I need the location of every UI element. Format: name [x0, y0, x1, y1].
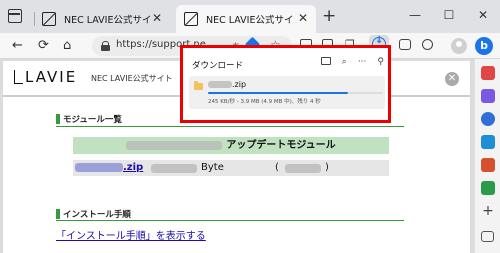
tab-separator	[34, 12, 35, 26]
tab-title: NEC LAVIE公式サイト > サービス	[64, 15, 152, 26]
home-button[interactable]: ⌂	[63, 37, 71, 55]
tab-1[interactable]: NEC LAVIE公式サイト > サービス ✕	[34, 5, 170, 33]
download-status: 245 KB/秒 - 3.9 MB (4.9 MB 中)、残り 4 秒	[208, 99, 321, 105]
refresh-button[interactable]: ⟳	[38, 37, 49, 55]
site-name: NEC LAVIE公式サイト	[91, 74, 173, 83]
tab-favicon-icon	[42, 12, 56, 26]
redacted-text	[126, 140, 223, 150]
module-list-header: モジュール一覧	[56, 113, 122, 125]
profile-avatar[interactable]	[451, 38, 467, 54]
folder-icon[interactable]	[320, 57, 331, 65]
section-divider	[56, 126, 404, 127]
more-icon[interactable]: ···	[358, 57, 367, 67]
sidebar-drop-icon[interactable]	[481, 181, 495, 195]
sidebar-games-icon[interactable]	[481, 89, 495, 103]
download-flyout: ダウンロード ⌕ ··· ⚲ .zip 245 KB/秒 - 3.9 MB (4…	[180, 45, 391, 123]
download-title: ダウンロード	[192, 61, 244, 71]
download-filename[interactable]: .zip	[208, 80, 246, 89]
tab-strip: NEC LAVIE公式サイト > サービス ✕ NEC LAVIE公式サイト >…	[0, 0, 500, 33]
sidebar-outlook-icon[interactable]	[481, 135, 495, 149]
redacted-date	[285, 164, 321, 173]
tab-favicon-icon	[184, 12, 198, 26]
download-tools: ⌕ ··· ⚲	[320, 57, 384, 67]
module-title-text: アップデートモジュール	[226, 140, 336, 151]
size-unit: Byte	[201, 162, 224, 173]
zip-extension: .zip	[123, 162, 144, 173]
new-tab-button[interactable]: +	[322, 8, 336, 25]
back-button[interactable]: ←	[12, 37, 23, 55]
install-steps-link[interactable]: 「インストール手順」を表示する	[56, 227, 206, 242]
lock-icon[interactable]	[101, 41, 110, 51]
redacted-filename	[208, 81, 232, 88]
browser-essentials-icon[interactable]	[399, 39, 411, 50]
page-close-icon[interactable]: ✕	[445, 72, 459, 86]
install-header: インストール手順	[56, 208, 131, 220]
module-file-row: .zip Byte ( )	[73, 160, 389, 176]
sidebar-office-icon[interactable]	[481, 158, 495, 172]
search-icon[interactable]: ⌕	[342, 57, 347, 67]
file-folder-icon	[194, 81, 203, 90]
tab-title: NEC LAVIE公式サイト > サービス	[206, 15, 294, 26]
tab-2-active[interactable]: NEC LAVIE公式サイト > サービス ✕	[176, 5, 316, 33]
lavie-logo-mark	[14, 70, 23, 84]
sidebar-copilot-icon[interactable]	[481, 112, 495, 126]
download-item[interactable]: .zip 245 KB/秒 - 3.9 MB (4.9 MB 中)、残り 4 秒	[189, 76, 385, 109]
zip-download-link[interactable]: .zip	[75, 160, 143, 176]
minimize-button[interactable]: —	[398, 0, 432, 33]
paren-open: (	[275, 162, 279, 173]
tab-actions-icon[interactable]	[8, 9, 22, 23]
redacted-filename	[75, 162, 123, 172]
edge-sidebar: +	[474, 59, 500, 253]
sidebar-add-icon[interactable]: +	[481, 204, 495, 218]
install-header-text: インストール手順	[63, 210, 131, 220]
module-title-bar: アップデートモジュール	[73, 137, 389, 154]
bing-chat-icon[interactable]: b	[475, 37, 493, 55]
sidebar-tools-icon[interactable]	[481, 66, 495, 80]
section-divider	[56, 220, 404, 221]
maximize-button[interactable]: ☐	[432, 0, 466, 33]
tab-close-icon[interactable]: ✕	[152, 11, 162, 25]
module-list-header-text: モジュール一覧	[63, 115, 122, 125]
close-window-button[interactable]: ✕	[466, 0, 500, 33]
tab-close-icon[interactable]: ✕	[298, 11, 308, 25]
download-progress-fill	[208, 92, 348, 94]
sidebar-hide-icon[interactable]	[481, 231, 494, 242]
lavie-logo[interactable]: LAVIE	[25, 68, 77, 86]
redacted-size	[151, 164, 197, 173]
copilot-icon[interactable]	[422, 39, 433, 50]
pin-icon[interactable]: ⚲	[377, 57, 384, 67]
download-extension: .zip	[232, 80, 247, 89]
paren-close: )	[325, 162, 329, 173]
download-progress-bar	[208, 92, 383, 94]
window-controls: — ☐ ✕	[398, 0, 500, 33]
